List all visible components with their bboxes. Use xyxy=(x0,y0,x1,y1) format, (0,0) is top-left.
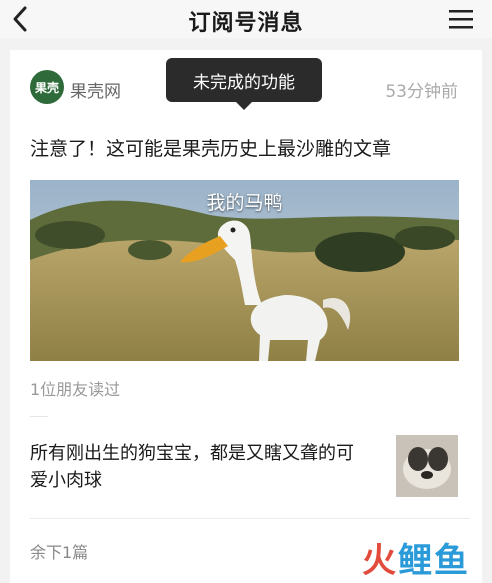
avatar[interactable]: 果壳 xyxy=(30,70,64,104)
list-item-title[interactable]: 所有刚出生的狗宝宝，都是又瞎又聋的可爱小肉球 xyxy=(30,440,370,494)
puppy-thumbnail-image xyxy=(396,435,458,497)
message-card[interactable]: 果壳 果壳网 53分钟前 未完成的功能 注意了！这可能是果壳历史上最沙雕的文章 xyxy=(10,50,482,583)
article-headline[interactable]: 注意了！这可能是果壳历史上最沙雕的文章 xyxy=(30,134,391,161)
navbar: 订阅号消息 xyxy=(0,0,492,38)
article-cover-image[interactable]: 我的马鸭 xyxy=(30,180,459,361)
timestamp: 53分钟前 xyxy=(385,82,458,102)
watermark-logo: 火鲤鱼 xyxy=(362,541,470,581)
article-thumbnail[interactable] xyxy=(396,435,458,497)
page-title: 订阅号消息 xyxy=(188,11,304,36)
divider xyxy=(30,518,470,519)
hamburger-menu-icon[interactable] xyxy=(448,8,474,30)
remaining-count[interactable]: 余下1篇 xyxy=(30,539,88,563)
image-caption: 我的马鸭 xyxy=(206,192,283,214)
tooltip: 未完成的功能 xyxy=(166,58,322,102)
tooltip-arrow xyxy=(236,102,252,110)
account-name[interactable]: 果壳网 xyxy=(70,77,121,102)
divider xyxy=(30,416,48,417)
read-by-friends: 1位朋友读过 xyxy=(30,380,121,399)
